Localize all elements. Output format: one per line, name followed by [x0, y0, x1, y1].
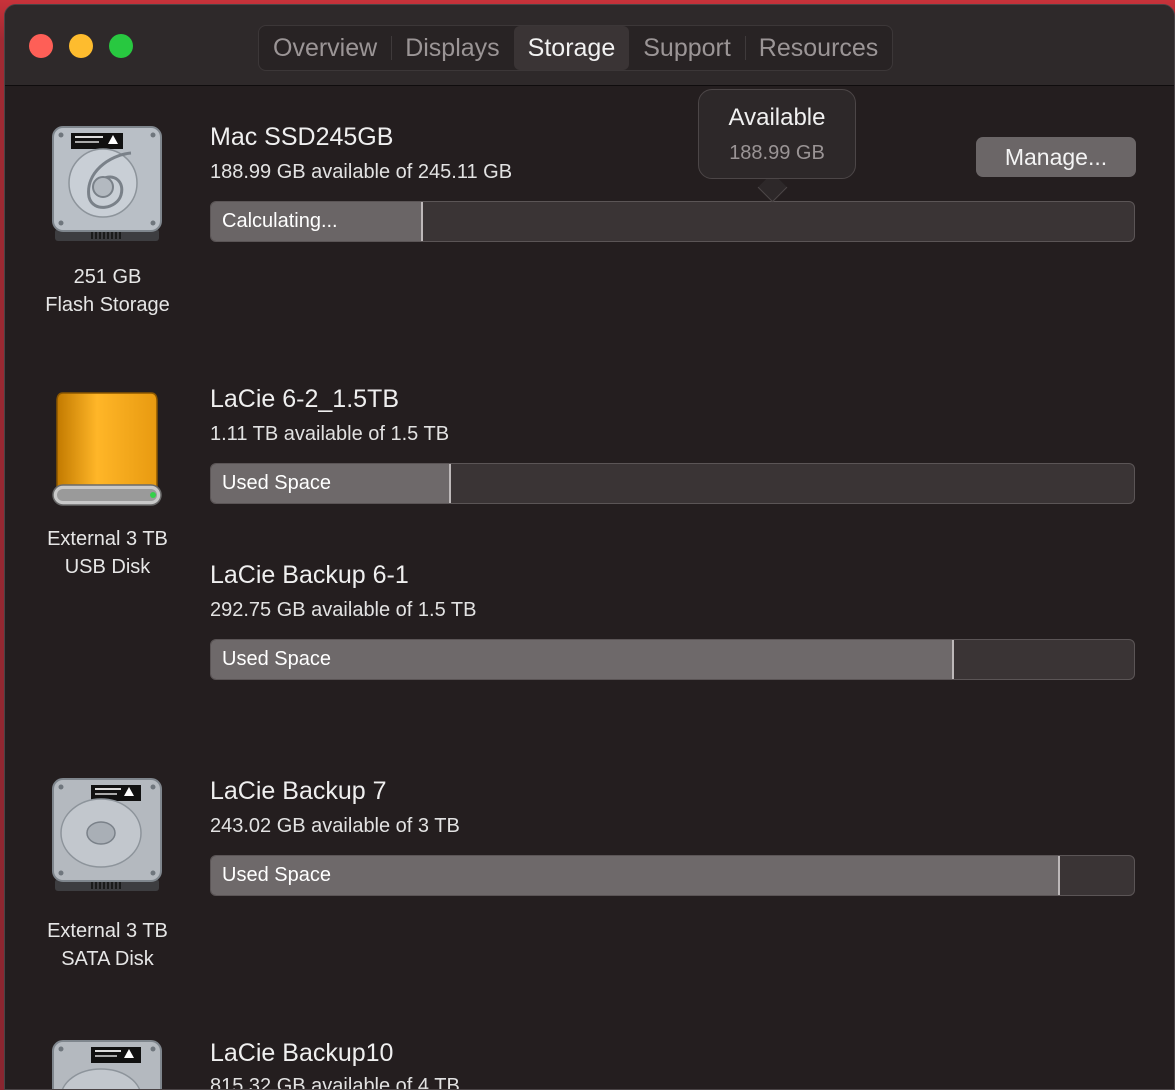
- volume-name: LaCie Backup 6-1: [210, 561, 409, 589]
- storage-bar[interactable]: Used Space: [210, 463, 1135, 504]
- volume-availability: 243.02 GB available of 3 TB: [210, 815, 460, 837]
- device-capacity: External 3 TB: [47, 920, 168, 942]
- tab-storage[interactable]: Storage: [513, 26, 630, 70]
- close-window-button[interactable]: [29, 34, 53, 58]
- title-bar: Overview Displays Storage Support Resour…: [5, 5, 1174, 86]
- tab-resources[interactable]: Resources: [744, 26, 893, 70]
- volume-availability: 188.99 GB available of 245.11 GB: [210, 161, 513, 183]
- minimize-window-button[interactable]: [69, 34, 93, 58]
- volume-availability: 815.32 GB available of 4 TB: [210, 1075, 460, 1090]
- volume-availability: 292.75 GB available of 1.5 TB: [210, 599, 477, 621]
- tooltip-title: Available: [728, 104, 826, 131]
- device-capacity: 251 GB: [73, 266, 142, 288]
- tab-bar: Overview Displays Storage Support Resour…: [258, 25, 894, 71]
- internal-hdd-icon: [51, 125, 163, 248]
- used-segment[interactable]: [211, 856, 1061, 895]
- device-label-sata: External 3 TB SATA Disk: [5, 917, 210, 973]
- volume-availability: 1.11 TB available of 1.5 TB: [210, 423, 450, 445]
- volume-name: LaCie Backup10: [210, 1039, 394, 1067]
- bar-label: Used Space: [222, 472, 331, 494]
- device-type: USB Disk: [64, 556, 151, 578]
- device-label-usb: External 3 TB USB Disk: [5, 525, 210, 581]
- external-sata-disk-icon: [51, 1039, 163, 1089]
- tab-support[interactable]: Support: [629, 26, 745, 70]
- system-information-window: Overview Displays Storage Support Resour…: [4, 4, 1175, 1090]
- external-sata-disk-icon: [51, 777, 163, 898]
- device-capacity: External 3 TB: [47, 528, 168, 550]
- device-type: SATA Disk: [61, 948, 154, 970]
- manage-button[interactable]: Manage...: [976, 137, 1136, 177]
- tooltip-value: 188.99 GB: [729, 142, 825, 164]
- available-tooltip: Available 188.99 GB: [698, 89, 856, 179]
- external-usb-disk-icon: [51, 389, 163, 516]
- storage-bar[interactable]: Used Space: [210, 855, 1135, 896]
- bar-label: Calculating...: [222, 210, 338, 232]
- tab-displays[interactable]: Displays: [391, 26, 513, 70]
- zoom-window-button[interactable]: [109, 34, 133, 58]
- volume-name: LaCie 6-2_1.5TB: [210, 385, 400, 413]
- bar-label: Used Space: [222, 648, 331, 670]
- device-label-flash: 251 GB Flash Storage: [5, 263, 210, 319]
- storage-bar[interactable]: Calculating...: [210, 201, 1135, 242]
- tab-overview[interactable]: Overview: [259, 26, 391, 70]
- volume-name: LaCie Backup 7: [210, 777, 387, 805]
- bar-label: Used Space: [222, 864, 331, 886]
- storage-bar[interactable]: Used Space: [210, 639, 1135, 680]
- device-type: Flash Storage: [45, 294, 170, 316]
- volume-name: Mac SSD245GB: [210, 123, 394, 151]
